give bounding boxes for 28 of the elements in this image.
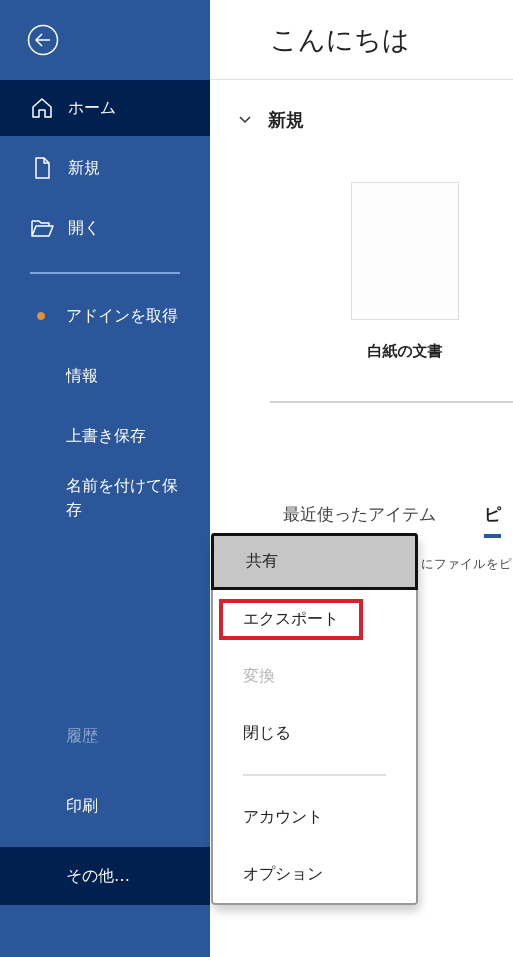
sidebar-item[interactable]: 名前を付けて保存 — [0, 468, 210, 528]
sidebar-item[interactable]: 開く — [0, 200, 210, 256]
menu-item[interactable]: エクスポート — [213, 590, 416, 648]
sidebar-item[interactable]: ホーム — [0, 80, 210, 136]
menu-item[interactable]: 閉じる — [213, 705, 416, 762]
menu-item[interactable]: アカウント — [213, 788, 416, 846]
sidebar-label: 開く — [68, 218, 100, 238]
menu-item[interactable]: 共有 — [211, 533, 418, 590]
sidebar-item[interactable]: アドインを取得 — [0, 288, 210, 344]
sidebar-label: 名前を付けて保存 — [66, 475, 179, 521]
sidebar-item[interactable]: 新規 — [0, 140, 210, 196]
greeting-title: こんにちは — [270, 24, 410, 58]
menu-item[interactable]: オプション — [213, 846, 416, 904]
tab[interactable]: ピ — [484, 503, 501, 538]
sidebar-item[interactable]: その他… — [0, 847, 210, 905]
home-icon — [30, 96, 54, 120]
sidebar-label: 新規 — [68, 158, 100, 178]
template-label: 白紙の文書 — [368, 342, 442, 361]
blank-document-thumbnail[interactable] — [351, 182, 459, 320]
sidebar-label: 上書き保存 — [66, 426, 146, 446]
section-title: 新規 — [268, 109, 304, 132]
sidebar-item[interactable]: 情報 — [0, 348, 210, 404]
sidebar-label: アドインを取得 — [66, 306, 178, 326]
hint-text: にファイルをピ — [421, 556, 513, 573]
sidebar-item[interactable]: 上書き保存 — [0, 408, 210, 464]
sidebar-label: 情報 — [66, 366, 98, 386]
sidebar-item[interactable]: 印刷 — [0, 777, 210, 835]
sidebar-label: ホーム — [68, 98, 116, 118]
